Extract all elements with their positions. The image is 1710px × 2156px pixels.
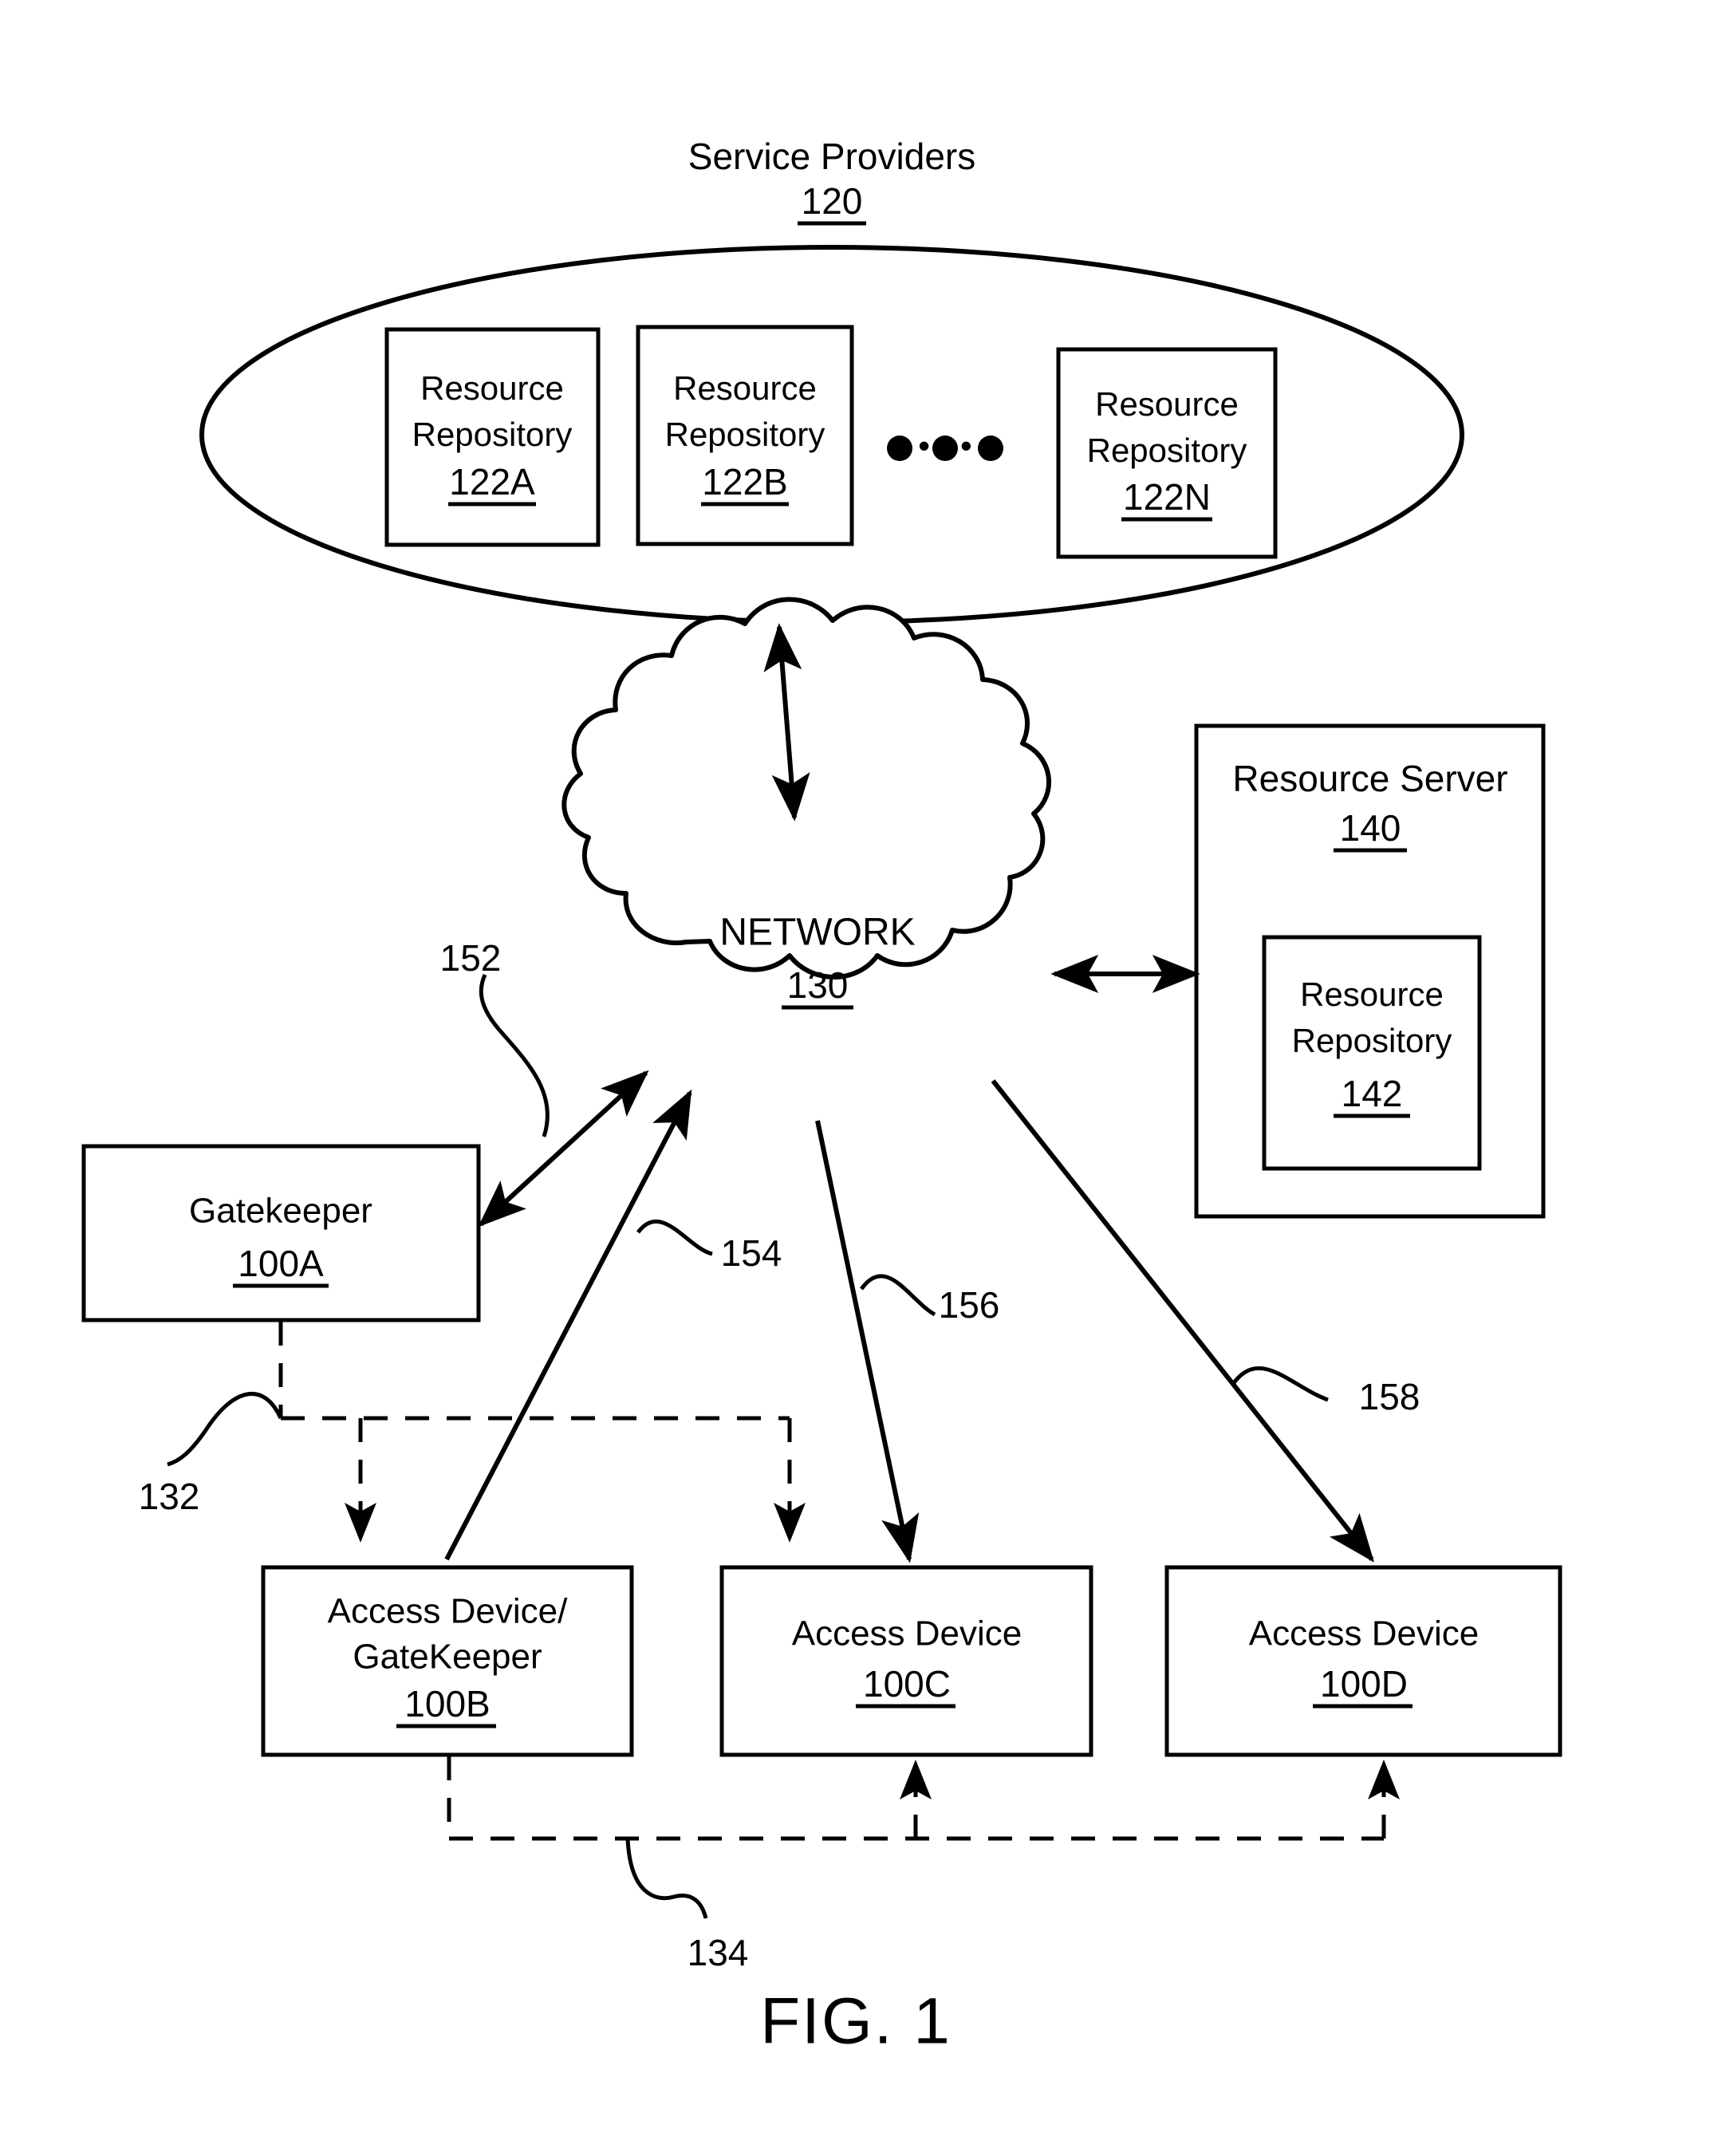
ref-label-156: 156 <box>939 1284 1000 1326</box>
access-device-100B-ref: 100B <box>404 1683 490 1724</box>
access-device-100B-line2: GateKeeper <box>353 1638 542 1677</box>
resource-repository-122N-line1: Resource <box>1095 385 1239 423</box>
leader-line-156 <box>859 1274 936 1317</box>
leader-line-152 <box>479 973 550 1137</box>
resource-repository-122A-line1: Resource <box>420 369 564 407</box>
resource-repository-122N-ref: 122N <box>1123 476 1211 518</box>
network-label: NETWORK <box>719 912 915 954</box>
ref-label-154: 154 <box>721 1232 782 1274</box>
ref-label-132: 132 <box>139 1476 200 1517</box>
resource-repository-122B-ref: 122B <box>702 461 787 503</box>
access-device-100D-line1: Access Device <box>1249 1614 1480 1653</box>
arrow-gatekeeper-to-network <box>478 1070 649 1228</box>
resource-repository-122A-line2: Repository <box>412 416 573 453</box>
resource-server-ref: 140 <box>1340 807 1401 849</box>
access-device-100C-line1: Access Device <box>792 1614 1022 1653</box>
figure-canvas: Service Providers 120 Resource Repositor… <box>81 136 1562 2058</box>
ref-label-134: 134 <box>688 1932 749 1973</box>
leader-line-158 <box>1231 1366 1329 1402</box>
access-device-100B-line1: Access Device/ <box>328 1592 569 1631</box>
leader-line-154 <box>636 1219 713 1256</box>
resource-repository-142-ref: 142 <box>1342 1073 1403 1114</box>
figure-caption: FIG. 1 <box>760 1985 952 2058</box>
leader-line-134 <box>625 1838 708 1919</box>
access-device-100C-ref: 100C <box>863 1663 951 1705</box>
arrow-network-to-access-device-100C <box>815 1120 920 1563</box>
resource-server-title: Resource Server <box>1232 758 1507 799</box>
resource-repository-142-line1: Resource <box>1300 976 1444 1013</box>
resource-repository-122B-line1: Resource <box>673 369 817 407</box>
service-providers-ref: 120 <box>802 180 863 222</box>
access-device-box-100C[interactable] <box>719 1565 1093 1757</box>
resource-repository-122N-line2: Repository <box>1087 432 1247 469</box>
repository-ellipsis-label: • • • <box>918 427 971 464</box>
gatekeeper-title: Gatekeeper <box>189 1192 372 1231</box>
gatekeeper-box[interactable] <box>81 1144 481 1322</box>
ref-label-158: 158 <box>1359 1376 1420 1417</box>
leader-line-132 <box>167 1392 283 1467</box>
gatekeeper-ref: 100A <box>238 1243 324 1284</box>
resource-repository-142-line2: Repository <box>1292 1022 1452 1059</box>
access-device-box-100D[interactable] <box>1164 1565 1562 1757</box>
access-device-100D-ref: 100D <box>1320 1663 1408 1705</box>
service-providers-title: Service Providers <box>688 136 975 177</box>
ref-label-152: 152 <box>440 937 502 979</box>
resource-repository-122B-line2: Repository <box>665 416 825 453</box>
resource-repository-122A-ref: 122A <box>449 461 535 503</box>
network-ref: 130 <box>787 964 849 1006</box>
arrow-access-device-100B-to-network <box>444 1089 692 1561</box>
patent-figure: Service Providers 120 Resource Repositor… <box>0 0 1710 2156</box>
